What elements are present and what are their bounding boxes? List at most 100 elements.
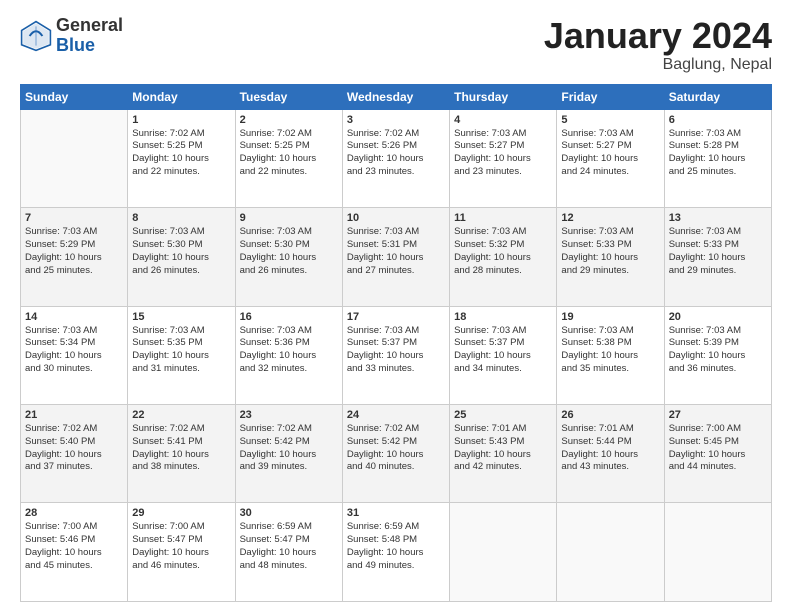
- calendar-cell: 5Sunrise: 7:03 AM Sunset: 5:27 PM Daylig…: [557, 109, 664, 207]
- calendar-cell: 7Sunrise: 7:03 AM Sunset: 5:29 PM Daylig…: [21, 208, 128, 306]
- day-info: Sunrise: 7:00 AM Sunset: 5:47 PM Dayligh…: [132, 521, 230, 572]
- day-info: Sunrise: 6:59 AM Sunset: 5:47 PM Dayligh…: [240, 521, 338, 572]
- calendar-cell: 19 Sunrise: 7:03 AM Sunset: 5:38 PM Dayli…: [557, 306, 664, 404]
- calendar-week-row: 21Sunrise: 7:02 AM Sunset: 5:40 PM Dayli…: [21, 405, 772, 503]
- day-number: 14: [25, 311, 123, 323]
- day-number: 8: [132, 212, 230, 224]
- day-info: Sunrise: 7:03 AM Sunset: 5:37 PM Dayligh…: [454, 325, 552, 376]
- calendar-cell: [664, 503, 771, 602]
- day-number: 11: [454, 212, 552, 224]
- day-info: Sunrise: 7:03 AM Sunset: 5:35 PM Dayligh…: [132, 325, 230, 376]
- day-info: Sunrise: 7:01 AM Sunset: 5:43 PM Dayligh…: [454, 423, 552, 474]
- day-info: Sunrise: 7:02 AM Sunset: 5:40 PM Dayligh…: [25, 423, 123, 474]
- day-number: 17: [347, 311, 445, 323]
- calendar-cell: 25 Sunrise: 7:01 AM Sunset: 5:43 PM Dayli…: [450, 405, 557, 503]
- calendar-cell: 22Sunrise: 7:02 AM Sunset: 5:41 PM Dayli…: [128, 405, 235, 503]
- day-info: Sunrise: 7:03 AM Sunset: 5:28 PM Dayligh…: [669, 128, 767, 179]
- calendar-cell: 2 Sunrise: 7:02 AM Sunset: 5:25 PM Daylig…: [235, 109, 342, 207]
- calendar-cell: 16 Sunrise: 7:03 AM Sunset: 5:36 PM Dayli…: [235, 306, 342, 404]
- calendar-cell: 27Sunrise: 7:00 AM Sunset: 5:45 PM Dayli…: [664, 405, 771, 503]
- calendar-cell: 30 Sunrise: 6:59 AM Sunset: 5:47 PM Dayli…: [235, 503, 342, 602]
- day-number: 19: [561, 311, 659, 323]
- calendar-cell: 3 Sunrise: 7:02 AM Sunset: 5:26 PM Daylig…: [342, 109, 449, 207]
- weekday-header-monday: Monday: [128, 84, 235, 109]
- logo-icon: [20, 20, 52, 52]
- day-info: Sunrise: 6:59 AM Sunset: 5:48 PM Dayligh…: [347, 521, 445, 572]
- day-info: Sunrise: 7:03 AM Sunset: 5:38 PM Dayligh…: [561, 325, 659, 376]
- day-info: Sunrise: 7:03 AM Sunset: 5:31 PM Dayligh…: [347, 226, 445, 277]
- weekday-header-row: SundayMondayTuesdayWednesdayThursdayFrid…: [21, 84, 772, 109]
- calendar-cell: 24 Sunrise: 7:02 AM Sunset: 5:42 PM Dayli…: [342, 405, 449, 503]
- calendar-week-row: 14 Sunrise: 7:03 AM Sunset: 5:34 PM Dayli…: [21, 306, 772, 404]
- day-number: 30: [240, 507, 338, 519]
- day-info: Sunrise: 7:03 AM Sunset: 5:36 PM Dayligh…: [240, 325, 338, 376]
- day-number: 31: [347, 507, 445, 519]
- page: General Blue January 2024 Baglung, Nepal…: [0, 0, 792, 612]
- calendar-week-row: 1 Sunrise: 7:02 AM Sunset: 5:25 PM Daylig…: [21, 109, 772, 207]
- day-number: 15: [132, 311, 230, 323]
- logo: General Blue: [20, 16, 123, 56]
- weekday-header-wednesday: Wednesday: [342, 84, 449, 109]
- calendar-cell: 11 Sunrise: 7:03 AM Sunset: 5:32 PM Dayli…: [450, 208, 557, 306]
- calendar-cell: 9Sunrise: 7:03 AM Sunset: 5:30 PM Daylig…: [235, 208, 342, 306]
- day-info: Sunrise: 7:02 AM Sunset: 5:42 PM Dayligh…: [347, 423, 445, 474]
- day-number: 6: [669, 114, 767, 126]
- calendar-cell: 20 Sunrise: 7:03 AM Sunset: 5:39 PM Dayli…: [664, 306, 771, 404]
- calendar-cell: 12 Sunrise: 7:03 AM Sunset: 5:33 PM Dayli…: [557, 208, 664, 306]
- calendar-cell: [450, 503, 557, 602]
- calendar-cell: 26 Sunrise: 7:01 AM Sunset: 5:44 PM Dayli…: [557, 405, 664, 503]
- day-number: 13: [669, 212, 767, 224]
- day-number: 1: [132, 114, 230, 126]
- day-info: Sunrise: 7:02 AM Sunset: 5:25 PM Dayligh…: [132, 128, 230, 179]
- calendar-week-row: 28Sunrise: 7:00 AM Sunset: 5:46 PM Dayli…: [21, 503, 772, 602]
- day-number: 24: [347, 409, 445, 421]
- calendar-cell: [21, 109, 128, 207]
- calendar-cell: 21Sunrise: 7:02 AM Sunset: 5:40 PM Dayli…: [21, 405, 128, 503]
- day-info: Sunrise: 7:01 AM Sunset: 5:44 PM Dayligh…: [561, 423, 659, 474]
- day-info: Sunrise: 7:02 AM Sunset: 5:26 PM Dayligh…: [347, 128, 445, 179]
- weekday-header-tuesday: Tuesday: [235, 84, 342, 109]
- day-info: Sunrise: 7:03 AM Sunset: 5:30 PM Dayligh…: [132, 226, 230, 277]
- calendar-cell: 8 Sunrise: 7:03 AM Sunset: 5:30 PM Daylig…: [128, 208, 235, 306]
- day-info: Sunrise: 7:03 AM Sunset: 5:39 PM Dayligh…: [669, 325, 767, 376]
- calendar-table: SundayMondayTuesdayWednesdayThursdayFrid…: [20, 84, 772, 602]
- day-info: Sunrise: 7:03 AM Sunset: 5:27 PM Dayligh…: [561, 128, 659, 179]
- month-title: January 2024: [544, 16, 772, 56]
- day-info: Sunrise: 7:03 AM Sunset: 5:33 PM Dayligh…: [669, 226, 767, 277]
- day-number: 29: [132, 507, 230, 519]
- day-number: 16: [240, 311, 338, 323]
- day-info: Sunrise: 7:03 AM Sunset: 5:27 PM Dayligh…: [454, 128, 552, 179]
- weekday-header-sunday: Sunday: [21, 84, 128, 109]
- calendar-cell: 10 Sunrise: 7:03 AM Sunset: 5:31 PM Dayli…: [342, 208, 449, 306]
- header: General Blue January 2024 Baglung, Nepal: [20, 16, 772, 74]
- day-info: Sunrise: 7:03 AM Sunset: 5:29 PM Dayligh…: [25, 226, 123, 277]
- day-info: Sunrise: 7:03 AM Sunset: 5:34 PM Dayligh…: [25, 325, 123, 376]
- location-subtitle: Baglung, Nepal: [544, 56, 772, 74]
- day-number: 25: [454, 409, 552, 421]
- day-number: 18: [454, 311, 552, 323]
- title-area: January 2024 Baglung, Nepal: [544, 16, 772, 74]
- day-number: 22: [132, 409, 230, 421]
- day-number: 4: [454, 114, 552, 126]
- day-number: 26: [561, 409, 659, 421]
- calendar-cell: 31 Sunrise: 6:59 AM Sunset: 5:48 PM Dayli…: [342, 503, 449, 602]
- day-info: Sunrise: 7:03 AM Sunset: 5:32 PM Dayligh…: [454, 226, 552, 277]
- day-number: 28: [25, 507, 123, 519]
- calendar-cell: 1 Sunrise: 7:02 AM Sunset: 5:25 PM Daylig…: [128, 109, 235, 207]
- calendar-cell: 13 Sunrise: 7:03 AM Sunset: 5:33 PM Dayli…: [664, 208, 771, 306]
- day-number: 10: [347, 212, 445, 224]
- day-number: 20: [669, 311, 767, 323]
- day-number: 12: [561, 212, 659, 224]
- calendar-cell: 15 Sunrise: 7:03 AM Sunset: 5:35 PM Dayli…: [128, 306, 235, 404]
- day-info: Sunrise: 7:03 AM Sunset: 5:33 PM Dayligh…: [561, 226, 659, 277]
- day-number: 2: [240, 114, 338, 126]
- day-info: Sunrise: 7:00 AM Sunset: 5:45 PM Dayligh…: [669, 423, 767, 474]
- calendar-cell: [557, 503, 664, 602]
- day-info: Sunrise: 7:03 AM Sunset: 5:30 PM Dayligh…: [240, 226, 338, 277]
- day-number: 23: [240, 409, 338, 421]
- calendar-cell: 17Sunrise: 7:03 AM Sunset: 5:37 PM Dayli…: [342, 306, 449, 404]
- day-info: Sunrise: 7:02 AM Sunset: 5:25 PM Dayligh…: [240, 128, 338, 179]
- calendar-cell: 18 Sunrise: 7:03 AM Sunset: 5:37 PM Dayli…: [450, 306, 557, 404]
- calendar-cell: 29 Sunrise: 7:00 AM Sunset: 5:47 PM Dayli…: [128, 503, 235, 602]
- day-number: 3: [347, 114, 445, 126]
